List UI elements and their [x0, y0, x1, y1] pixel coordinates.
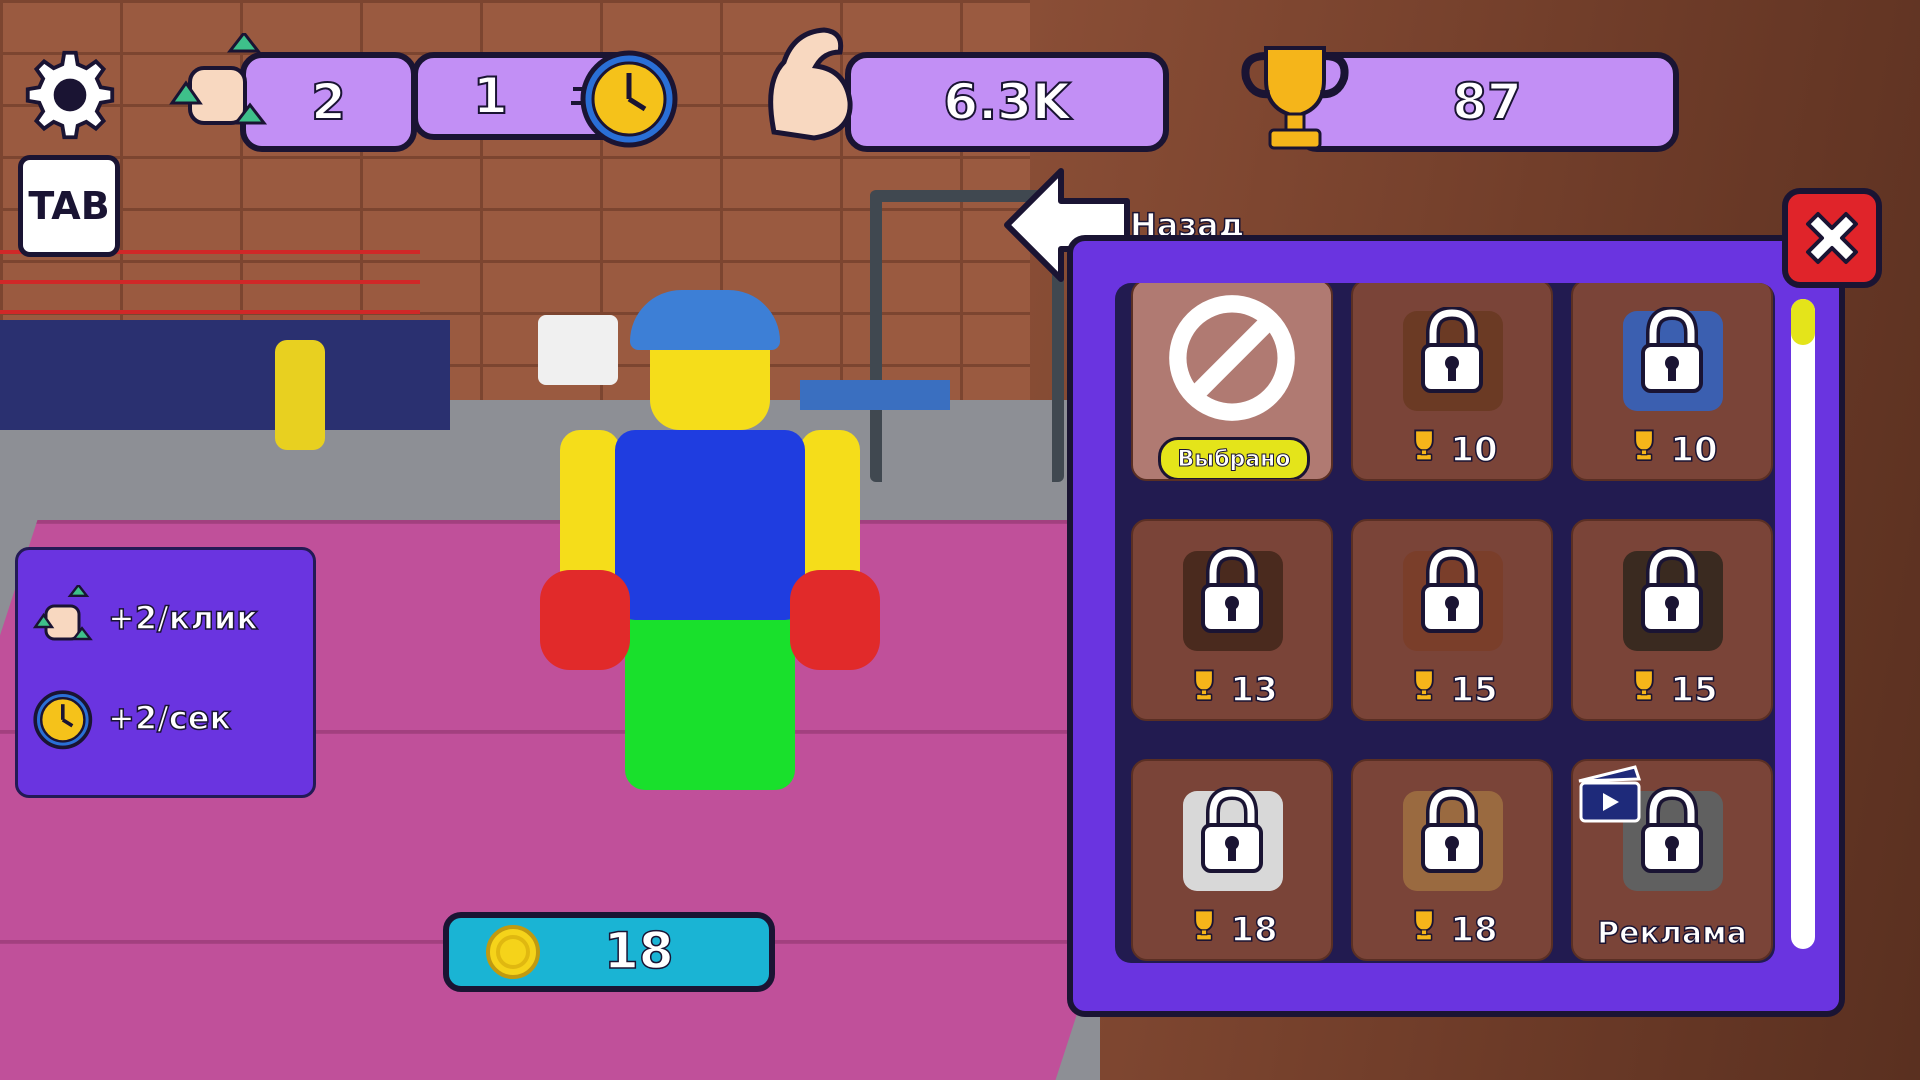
lock-icon: [1417, 305, 1487, 397]
price-value: 13: [1230, 669, 1279, 711]
income-panel: +2/клик +2/сек: [15, 547, 316, 798]
pet-price: 15: [1353, 668, 1551, 711]
none-icon: [1167, 293, 1297, 427]
lock-icon: [1197, 545, 1267, 637]
pet-slot[interactable]: Выбрано: [1131, 283, 1333, 481]
lock-icon: [1637, 305, 1707, 397]
trophy-icon: [1186, 668, 1222, 711]
price-value: 15: [1450, 669, 1499, 711]
trophy-icon: [1406, 428, 1442, 471]
coin-icon: [486, 925, 540, 979]
price-value: 18: [1230, 909, 1279, 951]
pet-price: 13: [1133, 668, 1331, 711]
coin-value: 18: [603, 921, 674, 981]
per-sec-text: +2/сек: [107, 698, 232, 738]
price-value: 15: [1670, 669, 1719, 711]
per-click-text: +2/клик: [107, 598, 259, 638]
pet-price: 10: [1353, 428, 1551, 471]
trophy-icon: [1406, 908, 1442, 951]
trophy-value: 87: [1451, 72, 1523, 132]
pet-slot[interactable]: 18: [1131, 759, 1333, 961]
close-icon: [1806, 212, 1858, 264]
pet-grid: Выбрано 10 10 13 15 15 18 18 Реклама: [1115, 283, 1775, 963]
click-power-value: 2: [310, 72, 347, 132]
lock-icon: [1637, 545, 1707, 637]
npc-cowboy: [275, 340, 325, 450]
trophy-icon: [1626, 428, 1662, 471]
pet-slot[interactable]: 18: [1351, 759, 1553, 961]
player-avatar: [540, 280, 880, 800]
fist-upgrade-icon: [32, 585, 93, 641]
scroll-thumb[interactable]: [1791, 299, 1815, 345]
stopwatch-icon: [570, 40, 682, 152]
trophy-icon: [1235, 38, 1355, 153]
fist-upgrade-icon: [155, 28, 275, 148]
tab-button[interactable]: TAB: [18, 155, 120, 257]
lock-icon: [1637, 785, 1707, 877]
strength-value: 6.3K: [942, 72, 1071, 132]
pet-price: Реклама: [1573, 915, 1771, 952]
stopwatch-icon: [33, 690, 93, 750]
strength-counter: 6.3K: [845, 52, 1169, 152]
pet-price: 18: [1133, 908, 1331, 951]
lock-icon: [1197, 785, 1267, 877]
boxing-ring: [0, 250, 450, 430]
price-value: 10: [1670, 429, 1719, 471]
trophy-icon: [1186, 908, 1222, 951]
pet-price: 15: [1573, 668, 1771, 711]
pet-slot[interactable]: 15: [1351, 519, 1553, 721]
bicep-icon: [752, 20, 862, 150]
trophy-icon: [1406, 668, 1442, 711]
pet-price: 18: [1353, 908, 1551, 951]
price-value: 10: [1450, 429, 1499, 471]
lock-icon: [1417, 785, 1487, 877]
price-value: Реклама: [1596, 915, 1747, 952]
pet-price: 10: [1573, 428, 1771, 471]
per-sec-row: +2/сек: [28, 685, 232, 751]
pet-slot[interactable]: 13: [1131, 519, 1333, 721]
selected-badge: Выбрано: [1158, 437, 1310, 479]
coin-counter: 18: [443, 912, 775, 992]
close-button[interactable]: [1782, 188, 1882, 288]
pet-slot[interactable]: 10: [1351, 283, 1553, 481]
pet-slot[interactable]: Реклама: [1571, 759, 1773, 961]
settings-button[interactable]: [20, 45, 120, 145]
gear-icon: [25, 50, 115, 140]
tab-label: TAB: [28, 184, 110, 228]
speed-value: 1: [472, 66, 509, 126]
price-value: 18: [1450, 909, 1499, 951]
shop-scrollbar[interactable]: [1791, 299, 1815, 949]
per-click-row: +2/клик: [28, 585, 259, 651]
trophy-icon: [1626, 668, 1662, 711]
pet-shop-panel: Выбрано 10 10 13 15 15 18 18 Реклама: [1067, 235, 1845, 1017]
lock-icon: [1417, 545, 1487, 637]
pet-slot[interactable]: 10: [1571, 283, 1773, 481]
pet-slot[interactable]: 15: [1571, 519, 1773, 721]
video-ad-icon: [1575, 765, 1645, 829]
